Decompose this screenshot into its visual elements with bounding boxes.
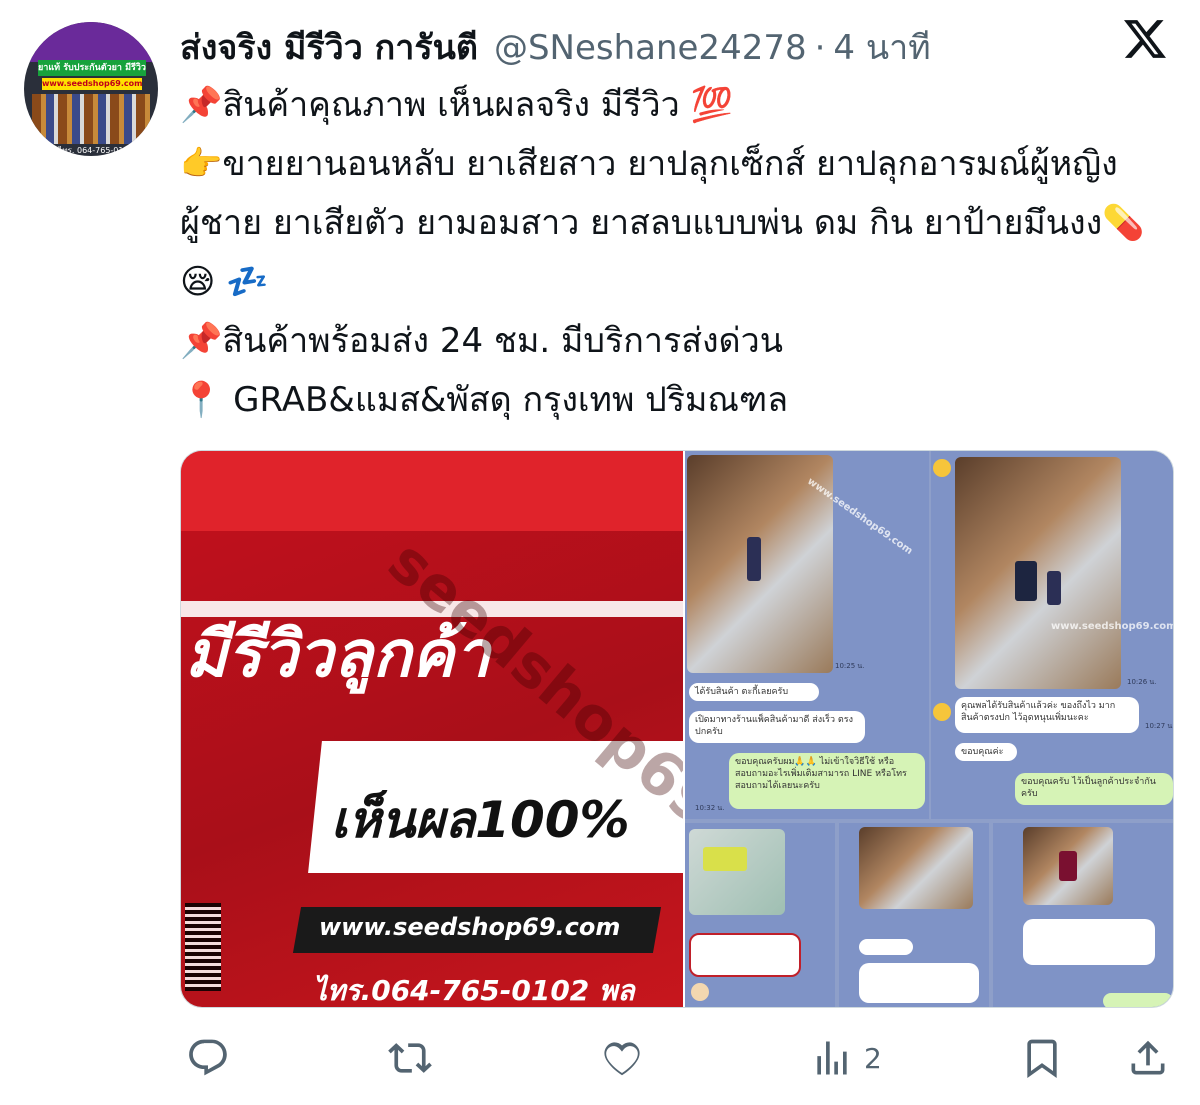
display-name[interactable]: ส่งจริง มีรีวิว การันตี: [180, 20, 478, 74]
chat-bubble-7: [689, 933, 801, 977]
tweet-line-1: 📌สินค้าคุณภาพ เห็นผลจริง มีรีวิว 💯: [180, 85, 733, 125]
avatar-url: www.seedshop69.com: [42, 78, 142, 90]
user-handle[interactable]: @SNeshane24278: [494, 28, 807, 68]
qr-code: [185, 903, 221, 991]
timestamp-1: 10:25 น.: [835, 662, 865, 670]
views-button[interactable]: 2: [810, 1032, 882, 1084]
timestamp-4: 10:32 น.: [695, 804, 725, 812]
tweet-header: ส่งจริง มีรีวิว การันตี @SNeshane24278 ·…: [180, 20, 931, 68]
separator-dot: ·: [814, 28, 826, 68]
sticker-bear: [691, 983, 709, 1001]
chat-bubble-5: ขอบคุณค่ะ: [955, 743, 1017, 761]
chat-bubble-8: [859, 939, 913, 955]
media-image-promo[interactable]: มีรีวิวลูกค้า เห็นผล100% seedshop69.com …: [181, 451, 683, 1007]
chat-bubble-11: [1103, 993, 1173, 1007]
promo-tel: ไทร.064-765-0102 พล: [313, 974, 635, 1007]
product-box-yellow: [703, 847, 747, 871]
bottle-1: [747, 537, 761, 581]
review-panel-3: [685, 823, 835, 1007]
promo-subhead: เห็นผล100%: [331, 791, 630, 849]
promo-url: www.seedshop69.com: [319, 913, 621, 941]
chat-bubble-1: ได้รับสินค้า ตะกี้เลยครับ: [689, 683, 819, 701]
tweet-line-4: 📍 GRAB&แมส&พัสดุ กรุงเทพ ปริมณฑล: [180, 380, 789, 420]
tweet-line-2: 👉ขายยานอนหลับ ยาเสียสาว ยาปลุกเซ็กส์ ยาป…: [180, 144, 1145, 302]
share-icon: [1131, 1040, 1165, 1075]
bookmark-icon: [1027, 1039, 1057, 1078]
like-icon: [604, 1042, 640, 1076]
review-photo-3: [689, 829, 785, 915]
review-panel-2: 10:26 น. คุณพลได้รับสินค้าแล้วค่ะ ของถึง…: [931, 451, 1174, 819]
review-panel-4: [839, 823, 989, 1007]
timestamp-2: 10:26 น.: [1127, 678, 1157, 686]
like-button[interactable]: [600, 1032, 644, 1084]
review-panel-5: [993, 823, 1173, 1007]
review-photo-2: [955, 457, 1121, 689]
avatar-banner: [24, 22, 158, 62]
timestamp[interactable]: 4 นาที: [833, 20, 930, 74]
x-logo-icon[interactable]: [1122, 18, 1168, 60]
bottle-3: [1047, 571, 1061, 605]
reply-icon: [189, 1039, 227, 1076]
share-button[interactable]: [1126, 1032, 1170, 1084]
promo-top-band: [181, 451, 683, 531]
chat-bubble-2: เปิดมาทางร้านแพ็คสินค้ามาดี ส่งเร็ว ตรงป…: [689, 711, 865, 743]
reply-button[interactable]: [186, 1032, 230, 1084]
bottle-2: [1015, 561, 1037, 601]
bookmark-button[interactable]: [1020, 1032, 1064, 1084]
tweet-line-3: 📌สินค้าพร้อมส่ง 24 ชม. มีบริการส่งด่วน: [180, 321, 783, 361]
watermark-2: www.seedshop69.com: [1051, 621, 1174, 632]
avatar-banner-text: ยาแท้ รับประกันตัวยา มีรีวิว: [38, 60, 146, 76]
chat-bubble-3: ขอบคุณครับผม🙏🙏 ไม่เข้าใจวิธีใช้ หรือ สอบ…: [729, 753, 925, 809]
avatar-product-shelf: [32, 94, 150, 144]
promo-watermark: seedshop69.com: [374, 526, 683, 946]
chat-bubble-9: [859, 963, 979, 1003]
avatar[interactable]: ยาแท้ รับประกันตัวยา มีรีวิว www.seedsho…: [24, 22, 158, 156]
heart-eyes-emoji: [933, 459, 951, 477]
timestamp-3: 10:27 น.: [1145, 722, 1174, 730]
chat-bubble-10: [1023, 919, 1155, 965]
media-image-reviews[interactable]: 10:25 น. ได้รับสินค้า ตะกี้เลยครับ เปิดม…: [685, 451, 1174, 1007]
retweet-icon: [388, 1043, 432, 1073]
chat-bubble-6: ขอบคุณครับ ไว้เป็นลูกค้าประจำกันครับ: [1015, 773, 1173, 805]
views-icon: [817, 1041, 847, 1075]
review-panel-1: 10:25 น. ได้รับสินค้า ตะกี้เลยครับ เปิดม…: [685, 451, 929, 819]
avatar-tel: ไทร. 064-765-0102: [58, 146, 134, 154]
views-count: 2: [864, 1041, 882, 1075]
retweet-button[interactable]: [388, 1032, 432, 1084]
bottle-4: [1059, 851, 1077, 881]
heart-eyes-emoji-2: [933, 703, 951, 721]
review-photo-4: [859, 827, 973, 909]
tweet-media[interactable]: มีรีวิวลูกค้า เห็นผล100% seedshop69.com …: [180, 450, 1174, 1008]
tweet-actions: 2: [180, 1032, 1174, 1084]
tweet-text: 📌สินค้าคุณภาพ เห็นผลจริง มีรีวิว 💯 👉ขายย…: [180, 76, 1170, 430]
chat-bubble-4: คุณพลได้รับสินค้าแล้วค่ะ ของถึงไว มาก สิ…: [955, 697, 1139, 733]
